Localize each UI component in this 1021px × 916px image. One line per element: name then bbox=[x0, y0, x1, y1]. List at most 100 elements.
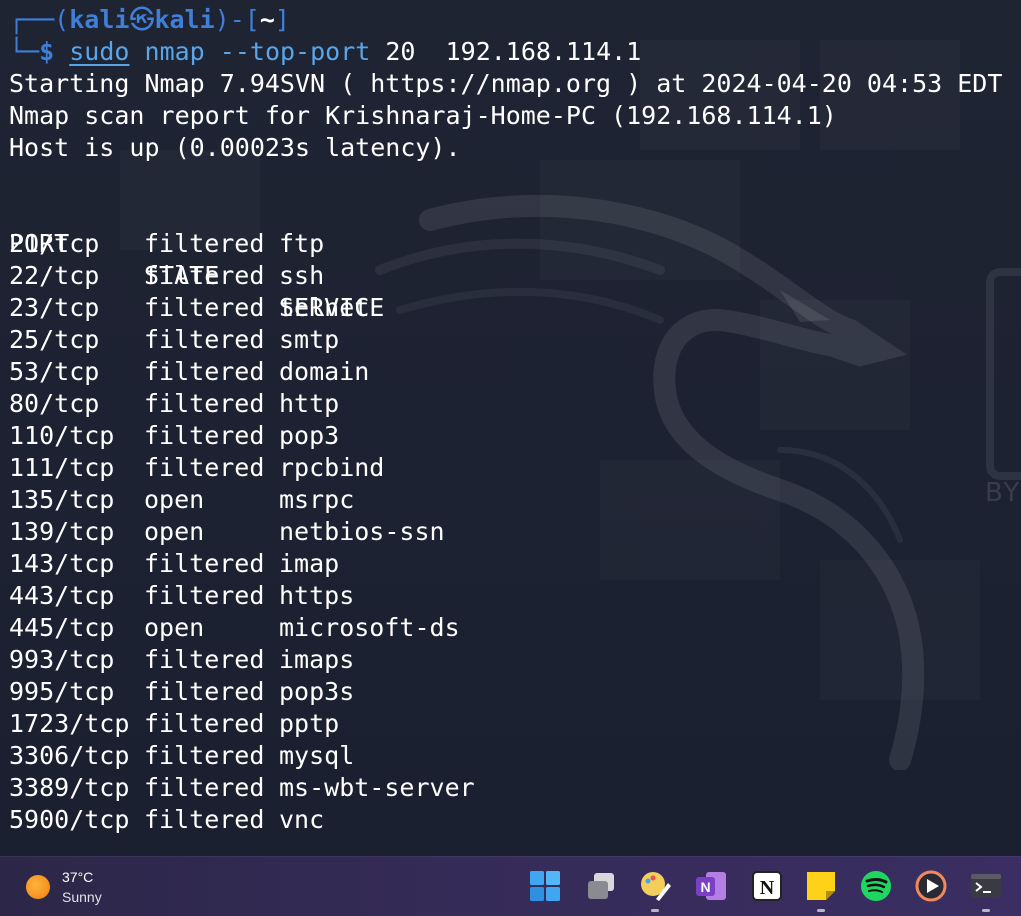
service-cell: imaps bbox=[279, 645, 355, 674]
notion-app[interactable]: N bbox=[750, 869, 784, 903]
command-sudo: sudo bbox=[69, 37, 130, 66]
task-view-button[interactable] bbox=[584, 869, 618, 903]
onenote-icon: N bbox=[696, 872, 726, 900]
paint-app[interactable] bbox=[638, 869, 672, 912]
state-cell: filtered bbox=[144, 709, 265, 738]
state-cell: filtered bbox=[144, 325, 265, 354]
service-cell: msrpc bbox=[279, 485, 355, 514]
service-cell: netbios-ssn bbox=[279, 517, 445, 546]
port-cell: 53/tcp bbox=[9, 357, 100, 386]
service-cell: pop3 bbox=[279, 421, 340, 450]
terminal-window[interactable]: ┌──(kali㉿kali)-[~] └─$ sudo nmap --top-p… bbox=[0, 0, 1021, 856]
output-host-line: Host is up (0.00023s latency). bbox=[9, 133, 461, 162]
command-line[interactable]: └─$ sudo nmap --top-port 20 192.168.114.… bbox=[9, 36, 641, 68]
port-cell: 993/tcp bbox=[9, 645, 115, 674]
svg-text:N: N bbox=[760, 877, 775, 899]
weather-temperature: 37°C bbox=[62, 869, 94, 885]
service-cell: domain bbox=[279, 357, 370, 386]
service-cell: ms-wbt-server bbox=[279, 773, 475, 802]
state-cell: open bbox=[144, 613, 205, 642]
weather-description: Sunny bbox=[62, 889, 102, 905]
port-cell: 445/tcp bbox=[9, 613, 115, 642]
prompt-host: kali bbox=[154, 5, 215, 34]
state-cell: filtered bbox=[144, 389, 265, 418]
port-cell: 21/tcp bbox=[9, 229, 100, 258]
service-cell: imap bbox=[279, 549, 340, 578]
sticky-notes-icon bbox=[807, 872, 835, 900]
taskbar: 37°C Sunny N N bbox=[0, 856, 1021, 916]
port-cell: 80/tcp bbox=[9, 389, 100, 418]
spotify-app[interactable] bbox=[859, 869, 893, 903]
service-cell: ftp bbox=[279, 229, 325, 258]
task-view-icon bbox=[588, 873, 614, 899]
spotify-icon bbox=[861, 871, 891, 901]
port-cell: 139/tcp bbox=[9, 517, 115, 546]
output-report-line: Nmap scan report for Krishnaraj-Home-PC … bbox=[9, 101, 837, 130]
port-cell: 3306/tcp bbox=[9, 741, 130, 770]
state-cell: filtered bbox=[144, 549, 265, 578]
state-cell: open bbox=[144, 485, 205, 514]
sun-icon bbox=[26, 875, 50, 899]
paint-running-indicator bbox=[651, 909, 659, 912]
port-cell: 25/tcp bbox=[9, 325, 100, 354]
prompt-frame-bottom: └─ bbox=[9, 37, 40, 66]
command-name: nmap bbox=[144, 37, 205, 66]
media-player-app[interactable] bbox=[914, 869, 948, 903]
service-cell: rpcbind bbox=[279, 453, 385, 482]
service-cell: pptp bbox=[279, 709, 340, 738]
state-cell: open bbox=[144, 517, 205, 546]
port-cell: 1723/tcp bbox=[9, 709, 130, 738]
service-cell: telnet bbox=[279, 293, 370, 322]
port-table-header: PORT STATE SERVICE bbox=[9, 196, 384, 322]
prompt-separator-icon: ㉿ bbox=[129, 5, 155, 34]
onenote-app[interactable]: N bbox=[694, 869, 728, 903]
state-cell: filtered bbox=[144, 357, 265, 386]
state-cell: filtered bbox=[144, 581, 265, 610]
port-cell: 111/tcp bbox=[9, 453, 115, 482]
command-flag: --top-port bbox=[219, 37, 371, 66]
paint-icon bbox=[641, 872, 671, 901]
prompt-header: ┌──(kali㉿kali)-[~] bbox=[9, 4, 290, 36]
service-cell: microsoft-ds bbox=[279, 613, 460, 642]
svg-text:N: N bbox=[700, 879, 710, 895]
windows-icon bbox=[530, 871, 560, 901]
command-count: 20 bbox=[385, 37, 416, 66]
weather-widget[interactable]: 37°C Sunny bbox=[24, 867, 144, 907]
port-cell: 110/tcp bbox=[9, 421, 115, 450]
start-button[interactable] bbox=[528, 869, 562, 903]
state-cell: filtered bbox=[144, 645, 265, 674]
terminal-icon bbox=[971, 874, 1001, 898]
service-cell: http bbox=[279, 389, 340, 418]
command-target: 192.168.114.1 bbox=[445, 37, 642, 66]
sticky-notes-running-indicator bbox=[817, 909, 825, 912]
service-cell: vnc bbox=[279, 805, 325, 834]
service-cell: smtp bbox=[279, 325, 340, 354]
state-cell: filtered bbox=[144, 773, 265, 802]
port-cell: 3389/tcp bbox=[9, 773, 130, 802]
prompt-mid: )-[ bbox=[214, 5, 260, 34]
notion-icon: N bbox=[752, 871, 782, 901]
prompt-end: ] bbox=[274, 5, 290, 34]
service-cell: pop3s bbox=[279, 677, 355, 706]
service-cell: ssh bbox=[279, 261, 325, 290]
state-cell: filtered bbox=[144, 677, 265, 706]
state-cell: filtered bbox=[144, 261, 265, 290]
state-cell: filtered bbox=[144, 741, 265, 770]
prompt-frame-top: ┌──( bbox=[9, 5, 70, 34]
prompt-directory: ~ bbox=[259, 5, 275, 34]
prompt-user: kali bbox=[69, 5, 130, 34]
service-cell: https bbox=[279, 581, 355, 610]
port-cell: 5900/tcp bbox=[9, 805, 130, 834]
port-cell: 135/tcp bbox=[9, 485, 115, 514]
state-cell: filtered bbox=[144, 293, 265, 322]
state-cell: filtered bbox=[144, 805, 265, 834]
port-cell: 995/tcp bbox=[9, 677, 115, 706]
port-cell: 23/tcp bbox=[9, 293, 100, 322]
terminal-app[interactable] bbox=[969, 869, 1003, 912]
terminal-running-indicator bbox=[982, 909, 990, 912]
sticky-notes-app[interactable] bbox=[804, 869, 838, 912]
port-cell: 22/tcp bbox=[9, 261, 100, 290]
prompt-dollar: $ bbox=[39, 37, 55, 66]
state-cell: filtered bbox=[144, 453, 265, 482]
port-cell: 143/tcp bbox=[9, 549, 115, 578]
